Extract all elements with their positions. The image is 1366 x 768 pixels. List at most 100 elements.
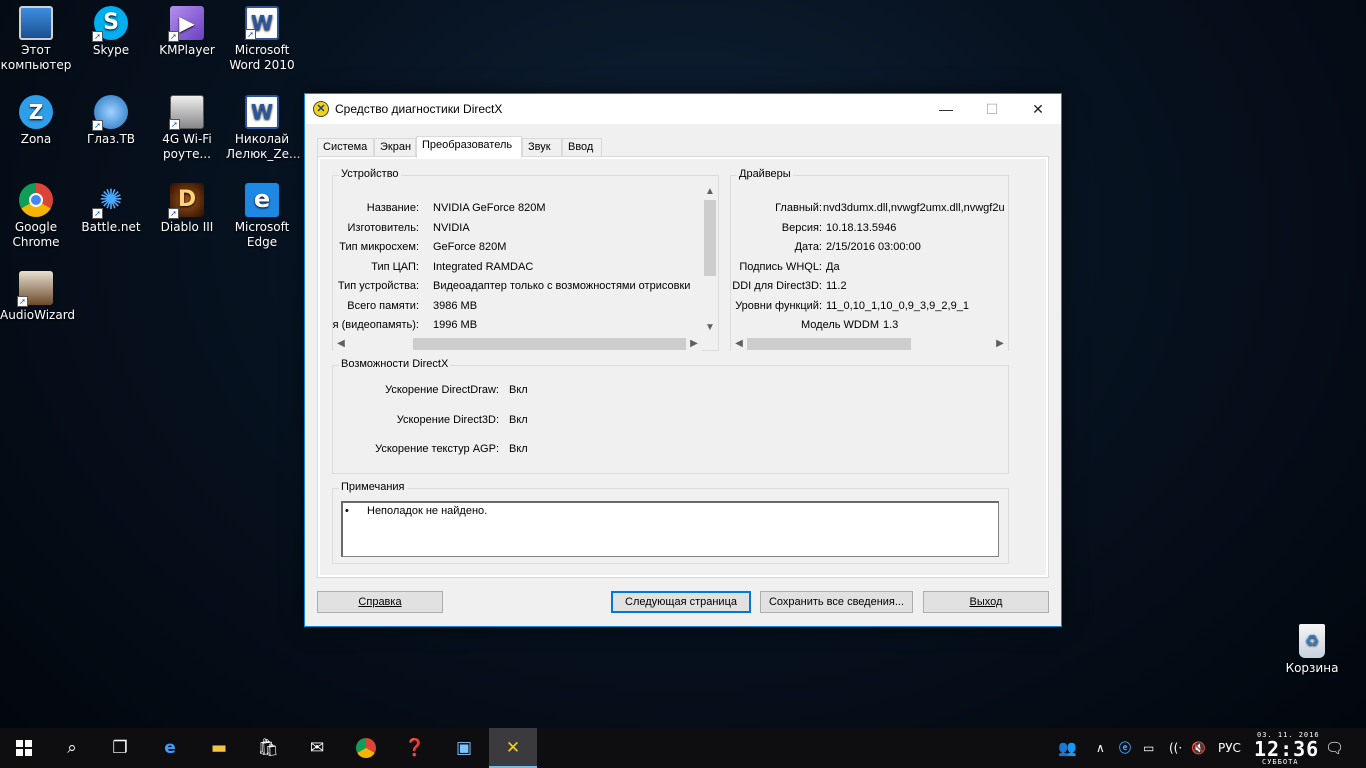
feature-row-value: Вкл — [509, 413, 528, 426]
taskbar-file-explorer[interactable]: ▬ — [195, 728, 243, 768]
show-hidden-icons-chevron-icon[interactable]: ∧ — [1096, 728, 1105, 768]
task-view-button[interactable]: ❐ — [96, 728, 144, 768]
driver-row-label: Подпись WHQL: — [739, 260, 822, 273]
taskbar-app[interactable]: ▣ — [440, 728, 488, 768]
taskbar-mail[interactable]: ✉ — [293, 728, 341, 768]
word-document-icon: W — [245, 95, 279, 129]
save-all-button-label: Сохранить все сведения... — [768, 596, 905, 608]
scroll-right-arrow-icon[interactable]: ▶ — [992, 336, 1008, 352]
device-row-label: Изготовитель: — [347, 221, 420, 234]
tab-sound[interactable]: Звук — [522, 138, 562, 157]
maximize-button[interactable]: ☐ — [969, 94, 1015, 124]
scroll-right-arrow-icon[interactable]: ▶ — [686, 336, 702, 352]
desktop-icon-chrome[interactable]: Google Chrome — [0, 183, 72, 250]
scroll-left-arrow-icon[interactable]: ◀ — [731, 336, 747, 352]
desktop-icon-glaz-tv[interactable]: ➚ Глаз.ТВ — [75, 95, 147, 147]
language-indicator[interactable]: РУС — [1218, 728, 1241, 768]
volume-muted-icon[interactable]: 🔇 — [1191, 728, 1206, 768]
title-bar[interactable]: ✕ Средство диагностики DirectX — ☐ ✕ — [305, 94, 1061, 124]
desktop-icon-this-pc[interactable]: Этот компьютер — [0, 6, 72, 73]
feature-row-label: Ускорение текстур AGP: — [375, 443, 499, 455]
desktop-icon-edge[interactable]: e Microsoft Edge — [226, 183, 298, 250]
tab-input[interactable]: Ввод — [562, 138, 602, 157]
start-button[interactable] — [0, 728, 48, 768]
taskbar-chrome[interactable] — [342, 728, 390, 768]
driver-row-value: nvd3dumx.dll,nvwgf2umx.dll,nvwgf2u — [823, 202, 1005, 214]
desktop-icon-skype[interactable]: S ➚ Skype — [75, 6, 147, 58]
tab-system[interactable]: Система — [317, 138, 374, 157]
feature-row-value: Вкл — [509, 443, 528, 455]
tab-display[interactable]: Экран — [374, 138, 416, 157]
wifi-icon[interactable]: ((· — [1169, 728, 1182, 768]
device-row-value: NVIDIA — [433, 221, 470, 234]
taskbar-help[interactable]: ❓ — [391, 728, 439, 768]
driver-row: Подпись WHQL: Да — [731, 261, 1008, 277]
device-row-label: Тип устройства: — [337, 280, 419, 292]
recycle-bin-icon: ♻ — [1299, 624, 1325, 658]
diablo-icon: D ➚ — [168, 183, 204, 219]
tray-edge-icon[interactable]: ⓔ — [1119, 728, 1131, 768]
driver-row: DDI для Direct3D: 11.2 — [731, 280, 1008, 296]
desktop-icon-label: Google Chrome — [12, 220, 60, 249]
tab-panel: Устройство Название: NVIDIA GeForce 820M… — [317, 156, 1049, 578]
desktop-icon-audiowizard[interactable]: ➚ AudioWizard — [0, 271, 75, 323]
feature-row: Ускорение текстур AGP: Вкл — [333, 443, 1010, 459]
desktop-icon-label: Diablo III — [160, 220, 214, 234]
device-info-list[interactable]: Название: NVIDIA GeForce 820M Изготовите… — [333, 184, 702, 336]
drivers-horizontal-scrollbar[interactable]: ◀ ▶ — [731, 336, 1008, 352]
drivers-info-list[interactable]: Главный: nvd3dumx.dll,nvwgf2umx.dll,nvwg… — [731, 184, 1008, 336]
driver-row-value: Да — [826, 260, 840, 273]
chrome-icon — [19, 183, 53, 217]
help-button-label: Справка — [358, 596, 402, 608]
taskbar-directx[interactable]: ✕ — [489, 728, 537, 768]
search-button[interactable]: ⌕ — [48, 728, 96, 768]
driver-row: Уровни функций: 11_0,10_1,10_0,9_3,9_2,9… — [731, 300, 1008, 316]
close-button[interactable]: ✕ — [1015, 94, 1061, 124]
scroll-left-arrow-icon[interactable]: ◀ — [333, 336, 349, 352]
desktop-icon-zona[interactable]: Z Zona — [0, 95, 72, 147]
desktop-icon-4g-router[interactable]: ➚ 4G Wi-Fi роуте... — [151, 95, 223, 162]
scroll-down-arrow-icon[interactable]: ▼ — [702, 320, 718, 336]
tab-render[interactable]: Преобразователь — [416, 136, 522, 158]
device-row-value: NVIDIA GeForce 820M — [433, 202, 546, 214]
desktop-icon-recycle-bin[interactable]: ♻ Корзина — [1276, 624, 1348, 676]
taskbar-edge[interactable]: e — [146, 728, 194, 768]
desktop-icon-diablo[interactable]: D ➚ Diablo III — [151, 183, 223, 235]
task-view-icon: ❐ — [112, 738, 128, 758]
desktop-icon-label: KMPlayer — [159, 43, 215, 57]
battery-icon[interactable]: ▭ — [1143, 728, 1154, 768]
desktop-icon-word-document[interactable]: W Николай Лелюк_Ze... — [226, 95, 300, 162]
desktop-icon-battlenet[interactable]: ✺ ➚ Battle.net — [75, 183, 147, 235]
device-vertical-scrollbar[interactable]: ▲ ▼ — [702, 184, 718, 336]
desktop-icon-kmplayer[interactable]: ▶ ➚ KMPlayer — [151, 6, 223, 58]
edge-icon: e — [164, 738, 176, 758]
action-center-icon[interactable]: 🗨 — [1325, 728, 1344, 768]
taskbar: ⌕ ❐ e ▬ 🛍 ✉ ❓ ▣ ✕ 👥 ∧ ⓔ ▭ ((· 🔇 РУС 03. … — [0, 728, 1366, 768]
minimize-button[interactable]: — — [923, 94, 969, 124]
device-horizontal-scrollbar[interactable]: ◀ ▶ — [333, 336, 702, 352]
desktop-icon-label: Skype — [92, 43, 130, 57]
folder-icon: ▬ — [210, 738, 228, 758]
scroll-thumb[interactable] — [704, 200, 716, 276]
exit-button[interactable]: Выход — [923, 591, 1049, 613]
help-button[interactable]: Справка — [317, 591, 443, 613]
drivers-group: Драйверы Главный: nvd3dumx.dll,nvwgf2umx… — [730, 168, 1009, 352]
people-icon[interactable]: 👥 — [1058, 728, 1077, 768]
scroll-thumb[interactable] — [747, 338, 911, 350]
save-all-info-button[interactable]: Сохранить все сведения... — [760, 591, 913, 613]
desktop-icon-label: Microsoft Edge — [234, 220, 290, 249]
next-page-button-label: Следующая страница — [625, 596, 737, 608]
desktop-icon-word[interactable]: W ➚ Microsoft Word 2010 — [226, 6, 298, 73]
next-page-button[interactable]: Следующая страница — [611, 591, 751, 613]
driver-row-label: DDI для Direct3D: — [732, 280, 822, 292]
scroll-thumb[interactable] — [413, 338, 686, 350]
taskbar-store[interactable]: 🛍 — [244, 728, 292, 768]
driver-row-value: 11.2 — [826, 280, 847, 292]
notes-text: Неполадок не найдено. — [367, 505, 488, 517]
directx-features-group: Возможности DirectX Ускорение DirectDraw… — [332, 358, 1010, 474]
notes-textbox[interactable]: • Неполадок не найдено. — [341, 501, 999, 557]
scroll-up-arrow-icon[interactable]: ▲ — [702, 184, 718, 200]
driver-row-label: Уровни функций: — [735, 299, 822, 312]
driver-row: Версия: 10.18.13.5946 — [731, 222, 1008, 238]
mail-icon: ✉ — [309, 738, 325, 758]
